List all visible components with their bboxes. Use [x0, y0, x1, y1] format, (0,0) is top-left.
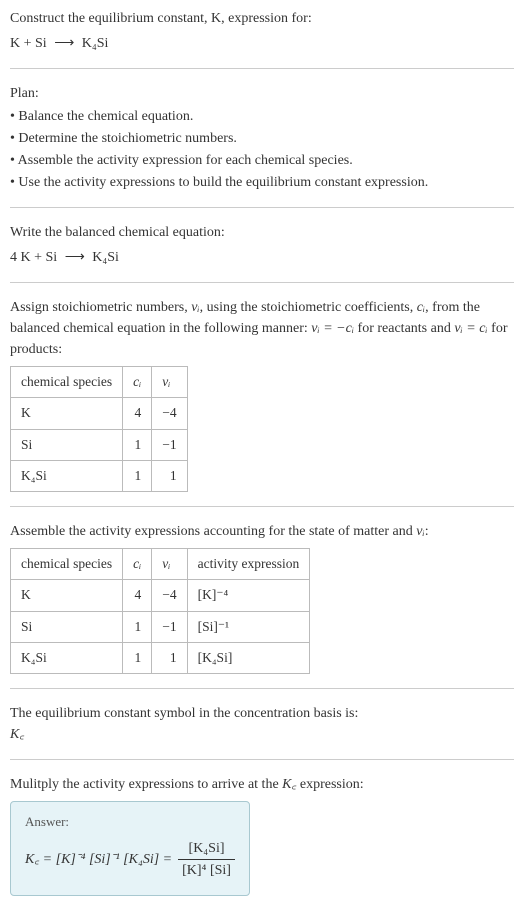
cell-species: Si [11, 429, 123, 460]
c-i: cᵢ [417, 300, 425, 315]
fraction: [K₄Si] [K]⁴ [Si] [178, 838, 235, 881]
cell-species: K [11, 580, 123, 611]
cell-species: K₄Si [11, 460, 123, 491]
multiply-block: Mulitply the activity expressions to arr… [10, 774, 514, 896]
plan-item: • Balance the chemical equation. [10, 106, 514, 127]
balanced-block: Write the balanced chemical equation: 4 … [10, 222, 514, 268]
prompt-eq-rhs: K₄Si [82, 36, 109, 51]
cell-ae: [K]⁻⁴ [187, 580, 310, 611]
divider [10, 759, 514, 760]
cell-ci: 4 [123, 580, 152, 611]
plan-item: • Assemble the activity expression for e… [10, 150, 514, 171]
plan-list: • Balance the chemical equation. • Deter… [10, 106, 514, 193]
text: , using the stoichiometric coefficients, [200, 300, 417, 315]
activity-block: Assemble the activity expressions accoun… [10, 521, 514, 674]
question-block: Construct the equilibrium constant, K, e… [10, 8, 514, 54]
table-row: K 4 −4 [K]⁻⁴ [11, 580, 310, 611]
stoich-table: chemical species cᵢ νᵢ K 4 −4 Si 1 −1 K₄… [10, 366, 188, 492]
nu-i: νᵢ [416, 524, 424, 539]
balanced-equation: 4 K + Si ⟶ K₄Si [10, 247, 514, 268]
divider [10, 207, 514, 208]
divider [10, 688, 514, 689]
col-vi: νᵢ [152, 549, 187, 580]
cell-ae: [K₄Si] [187, 642, 310, 673]
kc-symbol: K꜀ [10, 724, 514, 745]
divider [10, 506, 514, 507]
table-row: Si 1 −1 [11, 429, 188, 460]
prompt-equation: K + Si ⟶ K₄Si [10, 33, 514, 54]
divider [10, 68, 514, 69]
cell-vi: −1 [152, 429, 187, 460]
kc: K꜀ [282, 777, 296, 792]
answer-label: Answer: [25, 812, 235, 832]
relation: νᵢ = cᵢ [454, 321, 487, 336]
stoich-intro: Assign stoichiometric numbers, νᵢ, using… [10, 297, 514, 360]
col-vi: νᵢ [152, 367, 187, 398]
cell-vi: −4 [152, 580, 187, 611]
table-row: K 4 −4 [11, 398, 188, 429]
col-ci: cᵢ [123, 367, 152, 398]
cell-species: K₄Si [11, 642, 123, 673]
table-row: K₄Si 1 1 [K₄Si] [11, 642, 310, 673]
cell-vi: 1 [152, 460, 187, 491]
kc-expression: K꜀ = [K]⁻⁴ [Si]⁻¹ [K₄Si] = [K₄Si] [K]⁴ [… [25, 838, 235, 881]
activity-table: chemical species cᵢ νᵢ activity expressi… [10, 548, 310, 674]
kc-lhs: K꜀ = [K]⁻⁴ [Si]⁻¹ [K₄Si] = [25, 849, 172, 870]
cell-ci: 1 [123, 611, 152, 642]
text: Assemble the activity expressions accoun… [10, 524, 416, 539]
col-species: chemical species [11, 367, 123, 398]
divider [10, 282, 514, 283]
cell-ae: [Si]⁻¹ [187, 611, 310, 642]
nu-i: νᵢ [191, 300, 199, 315]
answer-box: Answer: K꜀ = [K]⁻⁴ [Si]⁻¹ [K₄Si] = [K₄Si… [10, 801, 250, 896]
fraction-numerator: [K₄Si] [185, 838, 229, 859]
stoich-block: Assign stoichiometric numbers, νᵢ, using… [10, 297, 514, 492]
cell-species: Si [11, 611, 123, 642]
cell-ci: 1 [123, 429, 152, 460]
arrow-icon: ⟶ [65, 250, 85, 265]
plan-item: • Use the activity expressions to build … [10, 172, 514, 193]
balanced-eq-rhs: K₄Si [92, 250, 119, 265]
col-species: chemical species [11, 549, 123, 580]
table-header-row: chemical species cᵢ νᵢ activity expressi… [11, 549, 310, 580]
text: : [425, 524, 429, 539]
table-row: Si 1 −1 [Si]⁻¹ [11, 611, 310, 642]
plan-item: • Determine the stoichiometric numbers. [10, 128, 514, 149]
plan-block: Plan: • Balance the chemical equation. •… [10, 83, 514, 193]
balanced-title: Write the balanced chemical equation: [10, 222, 514, 243]
cell-vi: 1 [152, 642, 187, 673]
symbol-line: The equilibrium constant symbol in the c… [10, 703, 514, 724]
text: for reactants and [354, 321, 454, 336]
multiply-intro: Mulitply the activity expressions to arr… [10, 774, 514, 795]
relation: νᵢ = −cᵢ [311, 321, 354, 336]
balanced-eq-lhs: 4 K + Si [10, 250, 57, 265]
cell-ci: 4 [123, 398, 152, 429]
cell-ci: 1 [123, 642, 152, 673]
cell-species: K [11, 398, 123, 429]
text: Assign stoichiometric numbers, [10, 300, 191, 315]
cell-vi: −1 [152, 611, 187, 642]
symbol-block: The equilibrium constant symbol in the c… [10, 703, 514, 745]
text: Mulitply the activity expressions to arr… [10, 777, 282, 792]
col-ci: cᵢ [123, 549, 152, 580]
fraction-denominator: [K]⁴ [Si] [178, 860, 235, 881]
prompt-eq-lhs: K + Si [10, 36, 47, 51]
table-row: K₄Si 1 1 [11, 460, 188, 491]
table-header-row: chemical species cᵢ νᵢ [11, 367, 188, 398]
prompt-line1: Construct the equilibrium constant, K, e… [10, 8, 514, 29]
activity-intro: Assemble the activity expressions accoun… [10, 521, 514, 542]
col-ae: activity expression [187, 549, 310, 580]
arrow-icon: ⟶ [54, 36, 74, 51]
text: expression: [296, 777, 363, 792]
cell-vi: −4 [152, 398, 187, 429]
cell-ci: 1 [123, 460, 152, 491]
plan-title: Plan: [10, 83, 514, 104]
